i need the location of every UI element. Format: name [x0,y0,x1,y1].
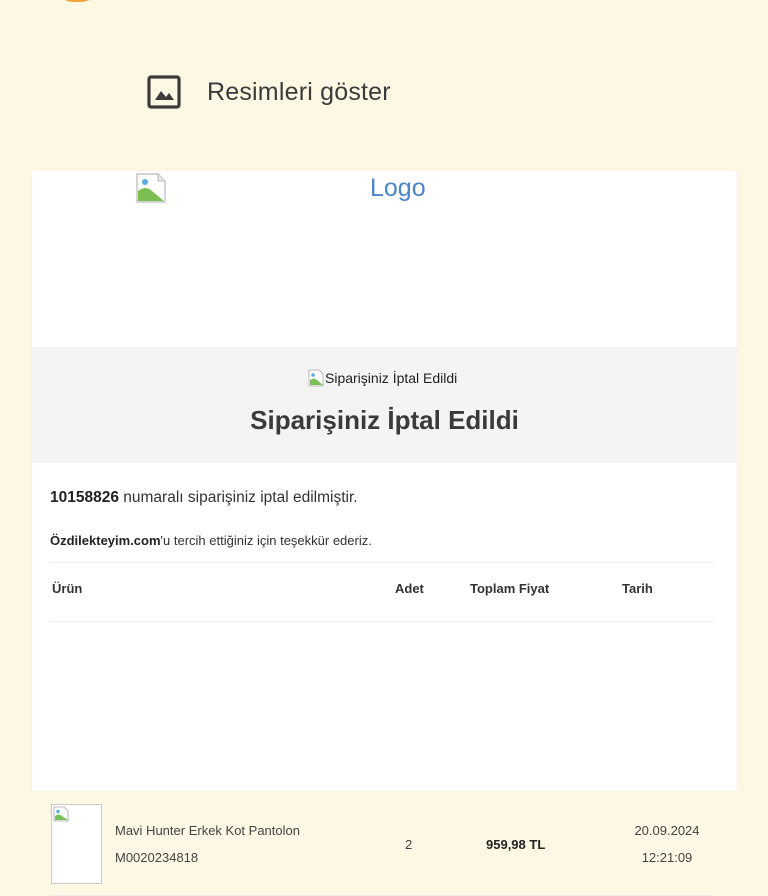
broken-image-icon [53,806,69,822]
order-message: 10158826 numaralı siparişiniz iptal edil… [50,489,358,507]
banner-image-alt-text: Siparişiniz İptal Edildi [325,370,458,386]
order-time: 12:21:09 [641,850,693,865]
avatar[interactable] [52,0,102,2]
banner-image: Siparişiniz İptal Edildi [308,369,457,387]
email-card: Logo Siparişiniz İptal Edildi Siparişini… [32,171,737,896]
logo-link[interactable]: Logo [370,174,426,203]
product-name[interactable]: Mavi Hunter Erkek Kot Pantolon [115,823,300,838]
divider [50,621,715,622]
order-date: 20.09.2024 [634,823,700,838]
thanks-message-text: 'u tercih ettiğiniz için teşekkür ederiz… [160,533,372,548]
thanks-message: Özdilekteyim.com'u tercih ettiğiniz için… [50,533,372,548]
broken-image-icon [308,369,324,387]
logo-row: Logo [32,171,737,347]
cancel-banner: Siparişiniz İptal Edildi Siparişiniz İpt… [32,347,737,463]
divider [50,562,715,563]
image-icon [147,75,181,109]
product-sku: M0020234818 [115,850,199,865]
column-header-quantity: Adet [395,581,424,596]
order-number: 10158826 [50,489,119,506]
show-images-button[interactable]: Resimleri göster [146,74,391,110]
column-header-product: Ürün [52,581,83,596]
product-quantity: 2 [405,837,413,852]
show-images-label: Resimleri göster [207,77,391,106]
brand-name: Özdilekteyim.com [50,533,161,548]
product-thumbnail[interactable] [51,804,102,884]
product-total-price: 959,98 TL [486,837,546,852]
column-header-total: Toplam Fiyat [470,581,550,596]
banner-title: Siparişiniz İptal Edildi [250,405,519,435]
broken-image-icon [136,173,166,203]
column-header-date: Tarih [622,581,653,596]
order-message-text: numaralı siparişiniz iptal edilmiştir. [118,489,358,506]
